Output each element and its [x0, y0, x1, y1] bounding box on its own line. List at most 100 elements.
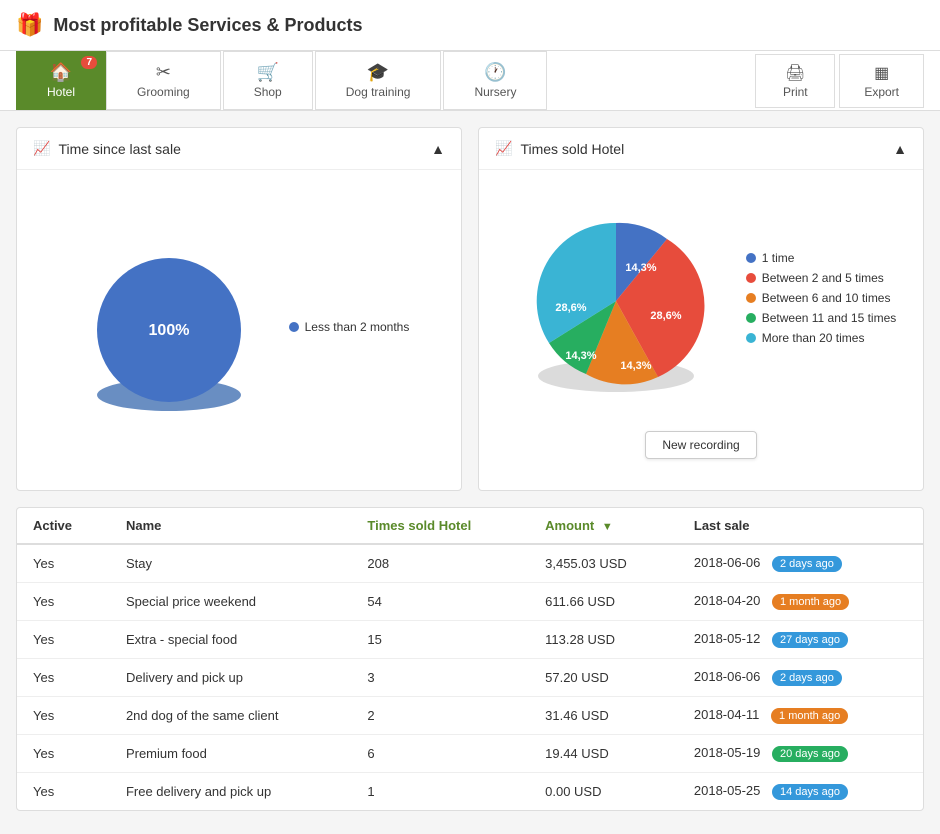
table-header-row: Active Name Times sold Hotel Amount ▼ La… [17, 508, 923, 544]
table-row: Yes Free delivery and pick up 1 0.00 USD… [17, 773, 923, 811]
dog-training-icon: 🎓 [367, 62, 389, 83]
cell-last-sale-3: 2018-06-06 2 days ago [678, 659, 923, 697]
page-header: 🎁 Most profitable Services & Products [0, 0, 940, 51]
chart-right-title-icon: 📈 [495, 140, 512, 157]
cell-active-3: Yes [17, 659, 110, 697]
legend-dot-r0 [746, 253, 756, 263]
legend-label-r2: Between 6 and 10 times [762, 291, 891, 305]
cell-times-sold-1: 54 [351, 583, 529, 621]
legend-dot-r4 [746, 333, 756, 343]
legend-item-r2: Between 6 and 10 times [746, 291, 897, 305]
col-amount[interactable]: Amount ▼ [529, 508, 678, 544]
legend-dot-r1 [746, 273, 756, 283]
charts-row: 📈 Time since last sale ▲ 100% Less than … [0, 111, 940, 507]
grooming-icon: ✂ [156, 62, 171, 83]
tab-hotel[interactable]: 7 🏠 Hotel [16, 51, 106, 110]
cell-name-4: 2nd dog of the same client [110, 697, 351, 735]
pie-right-svg: 14,3% 28,6% 14,3% 14,3% 28,6% [506, 191, 726, 411]
page-title: Most profitable Services & Products [53, 15, 362, 36]
table-row: Yes Extra - special food 15 113.28 USD 2… [17, 621, 923, 659]
chart-times-sold-hotel: 📈 Times sold Hotel ▲ [478, 127, 924, 491]
chart-left-title-icon: 📈 [33, 140, 50, 157]
tab-nursery-label: Nursery [474, 85, 516, 99]
print-icon: 🖨 [785, 63, 805, 83]
cell-amount-5: 19.44 USD [529, 735, 678, 773]
col-amount-label: Amount [545, 518, 594, 533]
cell-amount-3: 57.20 USD [529, 659, 678, 697]
col-times-sold-label: Times sold Hotel [367, 518, 471, 533]
svg-text:28,6%: 28,6% [555, 302, 586, 314]
cell-active-1: Yes [17, 583, 110, 621]
cell-times-sold-5: 6 [351, 735, 529, 773]
new-recording-area: New recording [635, 421, 766, 469]
cell-active-6: Yes [17, 773, 110, 811]
cell-amount-1: 611.66 USD [529, 583, 678, 621]
tab-dog-training-label: Dog training [346, 85, 411, 99]
col-last-sale: Last sale [678, 508, 923, 544]
svg-text:14,3%: 14,3% [565, 350, 596, 362]
cell-times-sold-2: 15 [351, 621, 529, 659]
cell-name-0: Stay [110, 544, 351, 583]
legend-dot-r2 [746, 293, 756, 303]
pie-right-container: 14,3% 28,6% 14,3% 14,3% 28,6% 1 time Bet… [506, 191, 897, 411]
pie-left-svg: 100% [69, 230, 269, 430]
cell-amount-4: 31.46 USD [529, 697, 678, 735]
cell-times-sold-6: 1 [351, 773, 529, 811]
new-recording-button[interactable]: New recording [645, 431, 756, 459]
nursery-icon: 🕐 [484, 62, 506, 83]
export-icon: ▦ [874, 63, 889, 83]
last-sale-badge-4: 1 month ago [771, 708, 848, 724]
export-button[interactable]: ▦ Export [839, 54, 924, 108]
chart-left-body: 100% Less than 2 months [17, 170, 461, 490]
hotel-icon: 🏠 [50, 62, 72, 83]
cell-name-5: Premium food [110, 735, 351, 773]
cell-name-2: Extra - special food [110, 621, 351, 659]
table-row: Yes Special price weekend 54 611.66 USD … [17, 583, 923, 621]
cell-name-3: Delivery and pick up [110, 659, 351, 697]
legend-item-r0: 1 time [746, 251, 897, 265]
last-sale-badge-2: 27 days ago [772, 632, 848, 648]
chart-left-collapse[interactable]: ▲ [431, 141, 445, 157]
tab-nursery[interactable]: 🕐 Nursery [443, 51, 547, 110]
chart-right-title: 📈 Times sold Hotel [495, 140, 624, 157]
print-button[interactable]: 🖨 Print [755, 54, 835, 108]
col-name: Name [110, 508, 351, 544]
cell-last-sale-5: 2018-05-19 20 days ago [678, 735, 923, 773]
actions-area: 🖨 Print ▦ Export [755, 54, 924, 108]
cell-last-sale-6: 2018-05-25 14 days ago [678, 773, 923, 811]
tab-grooming-label: Grooming [137, 85, 190, 99]
last-sale-badge-6: 14 days ago [772, 784, 848, 800]
legend-item-r4: More than 20 times [746, 331, 897, 345]
cell-last-sale-4: 2018-04-11 1 month ago [678, 697, 923, 735]
legend-dot-r3 [746, 313, 756, 323]
legend-item-r1: Between 2 and 5 times [746, 271, 897, 285]
tab-dog-training[interactable]: 🎓 Dog training [315, 51, 442, 110]
tab-hotel-label: Hotel [47, 85, 75, 99]
chart-right-collapse[interactable]: ▲ [893, 141, 907, 157]
cell-name-6: Free delivery and pick up [110, 773, 351, 811]
col-times-sold[interactable]: Times sold Hotel [351, 508, 529, 544]
chart-right-body: 14,3% 28,6% 14,3% 14,3% 28,6% 1 time Bet… [479, 170, 923, 490]
table-row: Yes Premium food 6 19.44 USD 2018-05-19 … [17, 735, 923, 773]
legend-label-r3: Between 11 and 15 times [762, 311, 897, 325]
table-row: Yes 2nd dog of the same client 2 31.46 U… [17, 697, 923, 735]
cell-active-5: Yes [17, 735, 110, 773]
cell-times-sold-3: 3 [351, 659, 529, 697]
cell-amount-6: 0.00 USD [529, 773, 678, 811]
svg-text:14,3%: 14,3% [625, 262, 656, 274]
sort-arrow-icon: ▼ [602, 521, 613, 533]
tab-shop[interactable]: 🛒 Shop [223, 51, 313, 110]
cell-last-sale-0: 2018-06-06 2 days ago [678, 544, 923, 583]
table-row: Yes Delivery and pick up 3 57.20 USD 201… [17, 659, 923, 697]
tab-shop-label: Shop [254, 85, 282, 99]
legend-item-r3: Between 11 and 15 times [746, 311, 897, 325]
tab-grooming[interactable]: ✂ Grooming [106, 51, 221, 110]
data-table: Active Name Times sold Hotel Amount ▼ La… [17, 508, 923, 810]
last-sale-badge-3: 2 days ago [772, 670, 842, 686]
legend-dot-0 [289, 322, 299, 332]
cell-times-sold-4: 2 [351, 697, 529, 735]
legend-label-r1: Between 2 and 5 times [762, 271, 884, 285]
data-table-section: Active Name Times sold Hotel Amount ▼ La… [16, 507, 924, 811]
last-sale-badge-0: 2 days ago [772, 556, 842, 572]
chart-right-header: 📈 Times sold Hotel ▲ [479, 128, 923, 170]
